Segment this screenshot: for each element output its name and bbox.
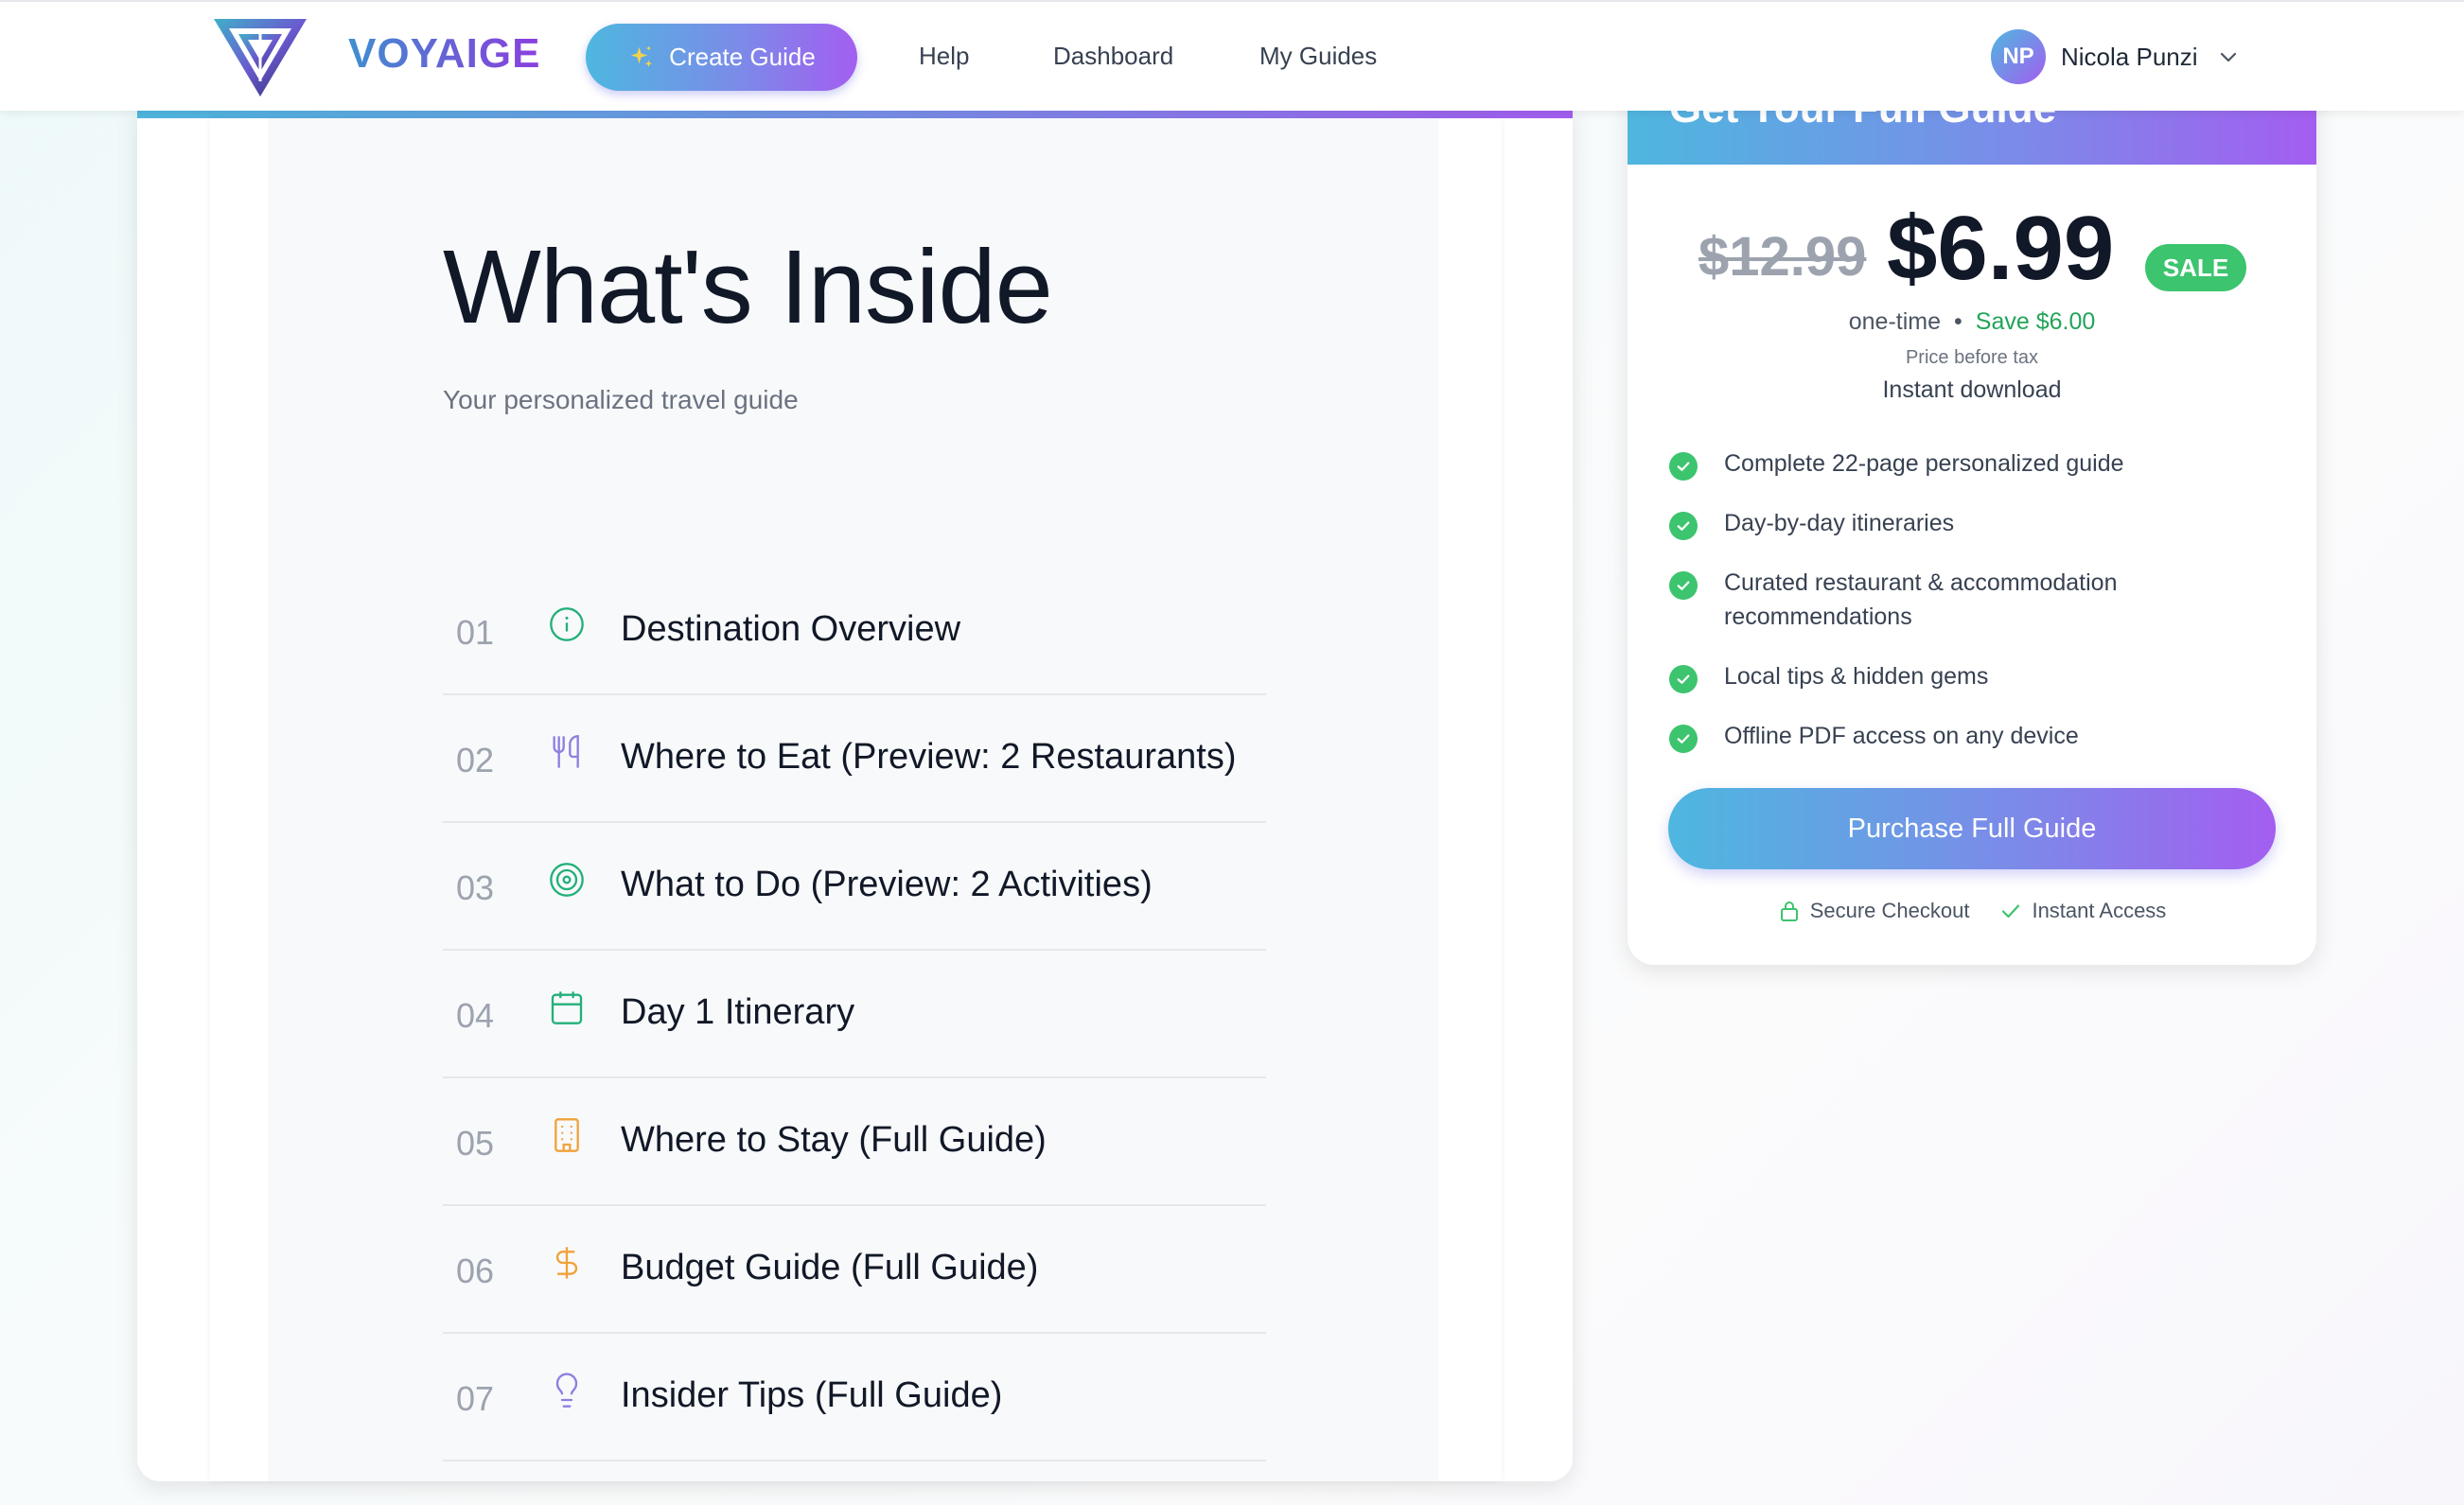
check-circle-icon: [1669, 452, 1698, 481]
toc-label: Insider Tips (Full Guide): [621, 1375, 1003, 1415]
original-price: $12.99: [1698, 226, 1867, 288]
check-circle-icon: [1669, 571, 1698, 600]
gradient-accent-bar: [137, 111, 1573, 118]
user-menu[interactable]: NP Nicola Punzi: [1991, 28, 2240, 85]
toc-item: 02 Where to Eat (Preview: 2 Restaurants): [443, 695, 1266, 823]
sale-badge: SALE: [2145, 244, 2246, 291]
building-icon: [554, 1118, 579, 1152]
instant-access-text: Instant Access: [2032, 899, 2167, 922]
check-circle-icon: [1669, 665, 1698, 693]
feature-text: Day-by-day itineraries: [1724, 510, 1955, 536]
separator-dot: •: [1954, 308, 1962, 335]
utensils-icon: [553, 735, 579, 768]
trust-badges: Secure Checkout Instant Access: [1628, 899, 2316, 923]
toc-label: Budget Guide (Full Guide): [621, 1248, 1039, 1287]
page-title: What's Inside: [443, 229, 1053, 345]
feature-text: Local tips & hidden gems: [1724, 663, 1989, 690]
toc-label: Where to Stay (Full Guide): [621, 1120, 1047, 1160]
feature-item: Day-by-day itineraries: [1669, 506, 2275, 540]
feature-text: Offline PDF access on any device: [1724, 723, 2079, 749]
savings-text: Save $6.00: [1975, 308, 2096, 335]
toc-number: 01: [456, 613, 495, 652]
toc-item: 05 Where to Stay (Full Guide): [443, 1078, 1266, 1206]
feature-item: Local tips & hidden gems: [1669, 659, 2275, 693]
feature-text: Curated restaurant & accommodation recom…: [1724, 569, 2118, 630]
guide-page-content: What's Inside Your personalized travel g…: [268, 118, 1438, 1481]
toc-label: What to Do (Preview: 2 Activities): [621, 865, 1153, 904]
brand-name[interactable]: VOYAIGE: [348, 30, 540, 78]
toc-item: 07 Insider Tips (Full Guide): [443, 1334, 1266, 1461]
toc-item: 04 Day 1 Itinerary: [443, 951, 1266, 1078]
create-guide-button[interactable]: Create Guide: [586, 24, 857, 91]
nav-link-my-guides[interactable]: My Guides: [1259, 42, 1377, 71]
purchase-full-guide-button[interactable]: Purchase Full Guide: [1668, 788, 2276, 869]
toc-number: 04: [456, 996, 495, 1035]
feature-item: Complete 22-page personalized guide: [1669, 446, 2275, 481]
top-navbar: VOYAIGE Create Guide Help Dashboard My G…: [0, 0, 2464, 111]
price-meta: one-time • Save $6.00: [1628, 308, 2316, 336]
toc-label: Destination Overview: [621, 609, 961, 649]
lightbulb-icon: [555, 1373, 578, 1408]
page-subtitle: Your personalized travel guide: [443, 385, 799, 414]
info-icon: [550, 607, 584, 641]
dollar-icon: [555, 1247, 578, 1279]
delivery-note: Instant download: [1882, 376, 2062, 403]
chevron-down-icon: [2220, 52, 2236, 62]
toc-item: 03 What to Do (Preview: 2 Activities): [443, 823, 1266, 951]
feature-item: Offline PDF access on any device: [1669, 719, 2275, 753]
voyaige-logo[interactable]: [210, 15, 310, 98]
purchase-card: Get Your Full Guide $12.99 $6.99 SALE on…: [1628, 57, 2316, 965]
secure-checkout-text: Secure Checkout: [1809, 899, 1970, 922]
feature-item: Curated restaurant & accommodation recom…: [1669, 566, 2275, 634]
instant-access-badge: Instant Access: [1999, 899, 2166, 923]
toc-number: 05: [456, 1124, 495, 1163]
table-of-contents: 01 Destination Overview 02 Where to Eat …: [443, 568, 1266, 1461]
check-circle-icon: [1669, 725, 1698, 753]
sparkles-icon: [630, 45, 653, 67]
feature-text: Complete 22-page personalized guide: [1724, 450, 2124, 477]
feature-list: Complete 22-page personalized guide Day-…: [1669, 446, 2275, 779]
lock-icon: [1780, 901, 1798, 921]
toc-label: Day 1 Itinerary: [621, 992, 855, 1032]
target-icon: [550, 863, 584, 897]
tax-note: Price before tax: [1905, 347, 2039, 368]
toc-item: 06 Budget Guide (Full Guide): [443, 1206, 1266, 1334]
toc-number: 03: [456, 868, 495, 907]
toc-number: 07: [456, 1379, 495, 1418]
guide-preview-card: What's Inside Your personalized travel g…: [137, 106, 1573, 1481]
create-guide-label: Create Guide: [669, 43, 816, 71]
check-icon: [2002, 904, 2020, 919]
nav-link-dashboard[interactable]: Dashboard: [1053, 42, 1173, 71]
calendar-icon: [551, 991, 583, 1024]
sale-price: $6.99: [1887, 198, 2115, 299]
secure-checkout-badge: Secure Checkout: [1778, 899, 1970, 923]
toc-item: 01 Destination Overview: [443, 568, 1266, 695]
user-name: Nicola Punzi: [2061, 42, 2198, 71]
billing-type: one-time: [1848, 308, 1941, 335]
nav-link-help[interactable]: Help: [919, 42, 969, 71]
toc-number: 02: [456, 741, 495, 779]
toc-number: 06: [456, 1251, 495, 1290]
check-circle-icon: [1669, 512, 1698, 540]
toc-label: Where to Eat (Preview: 2 Restaurants): [621, 737, 1237, 777]
avatar: NP: [1991, 29, 2046, 84]
guide-page: What's Inside Your personalized travel g…: [210, 118, 1502, 1481]
